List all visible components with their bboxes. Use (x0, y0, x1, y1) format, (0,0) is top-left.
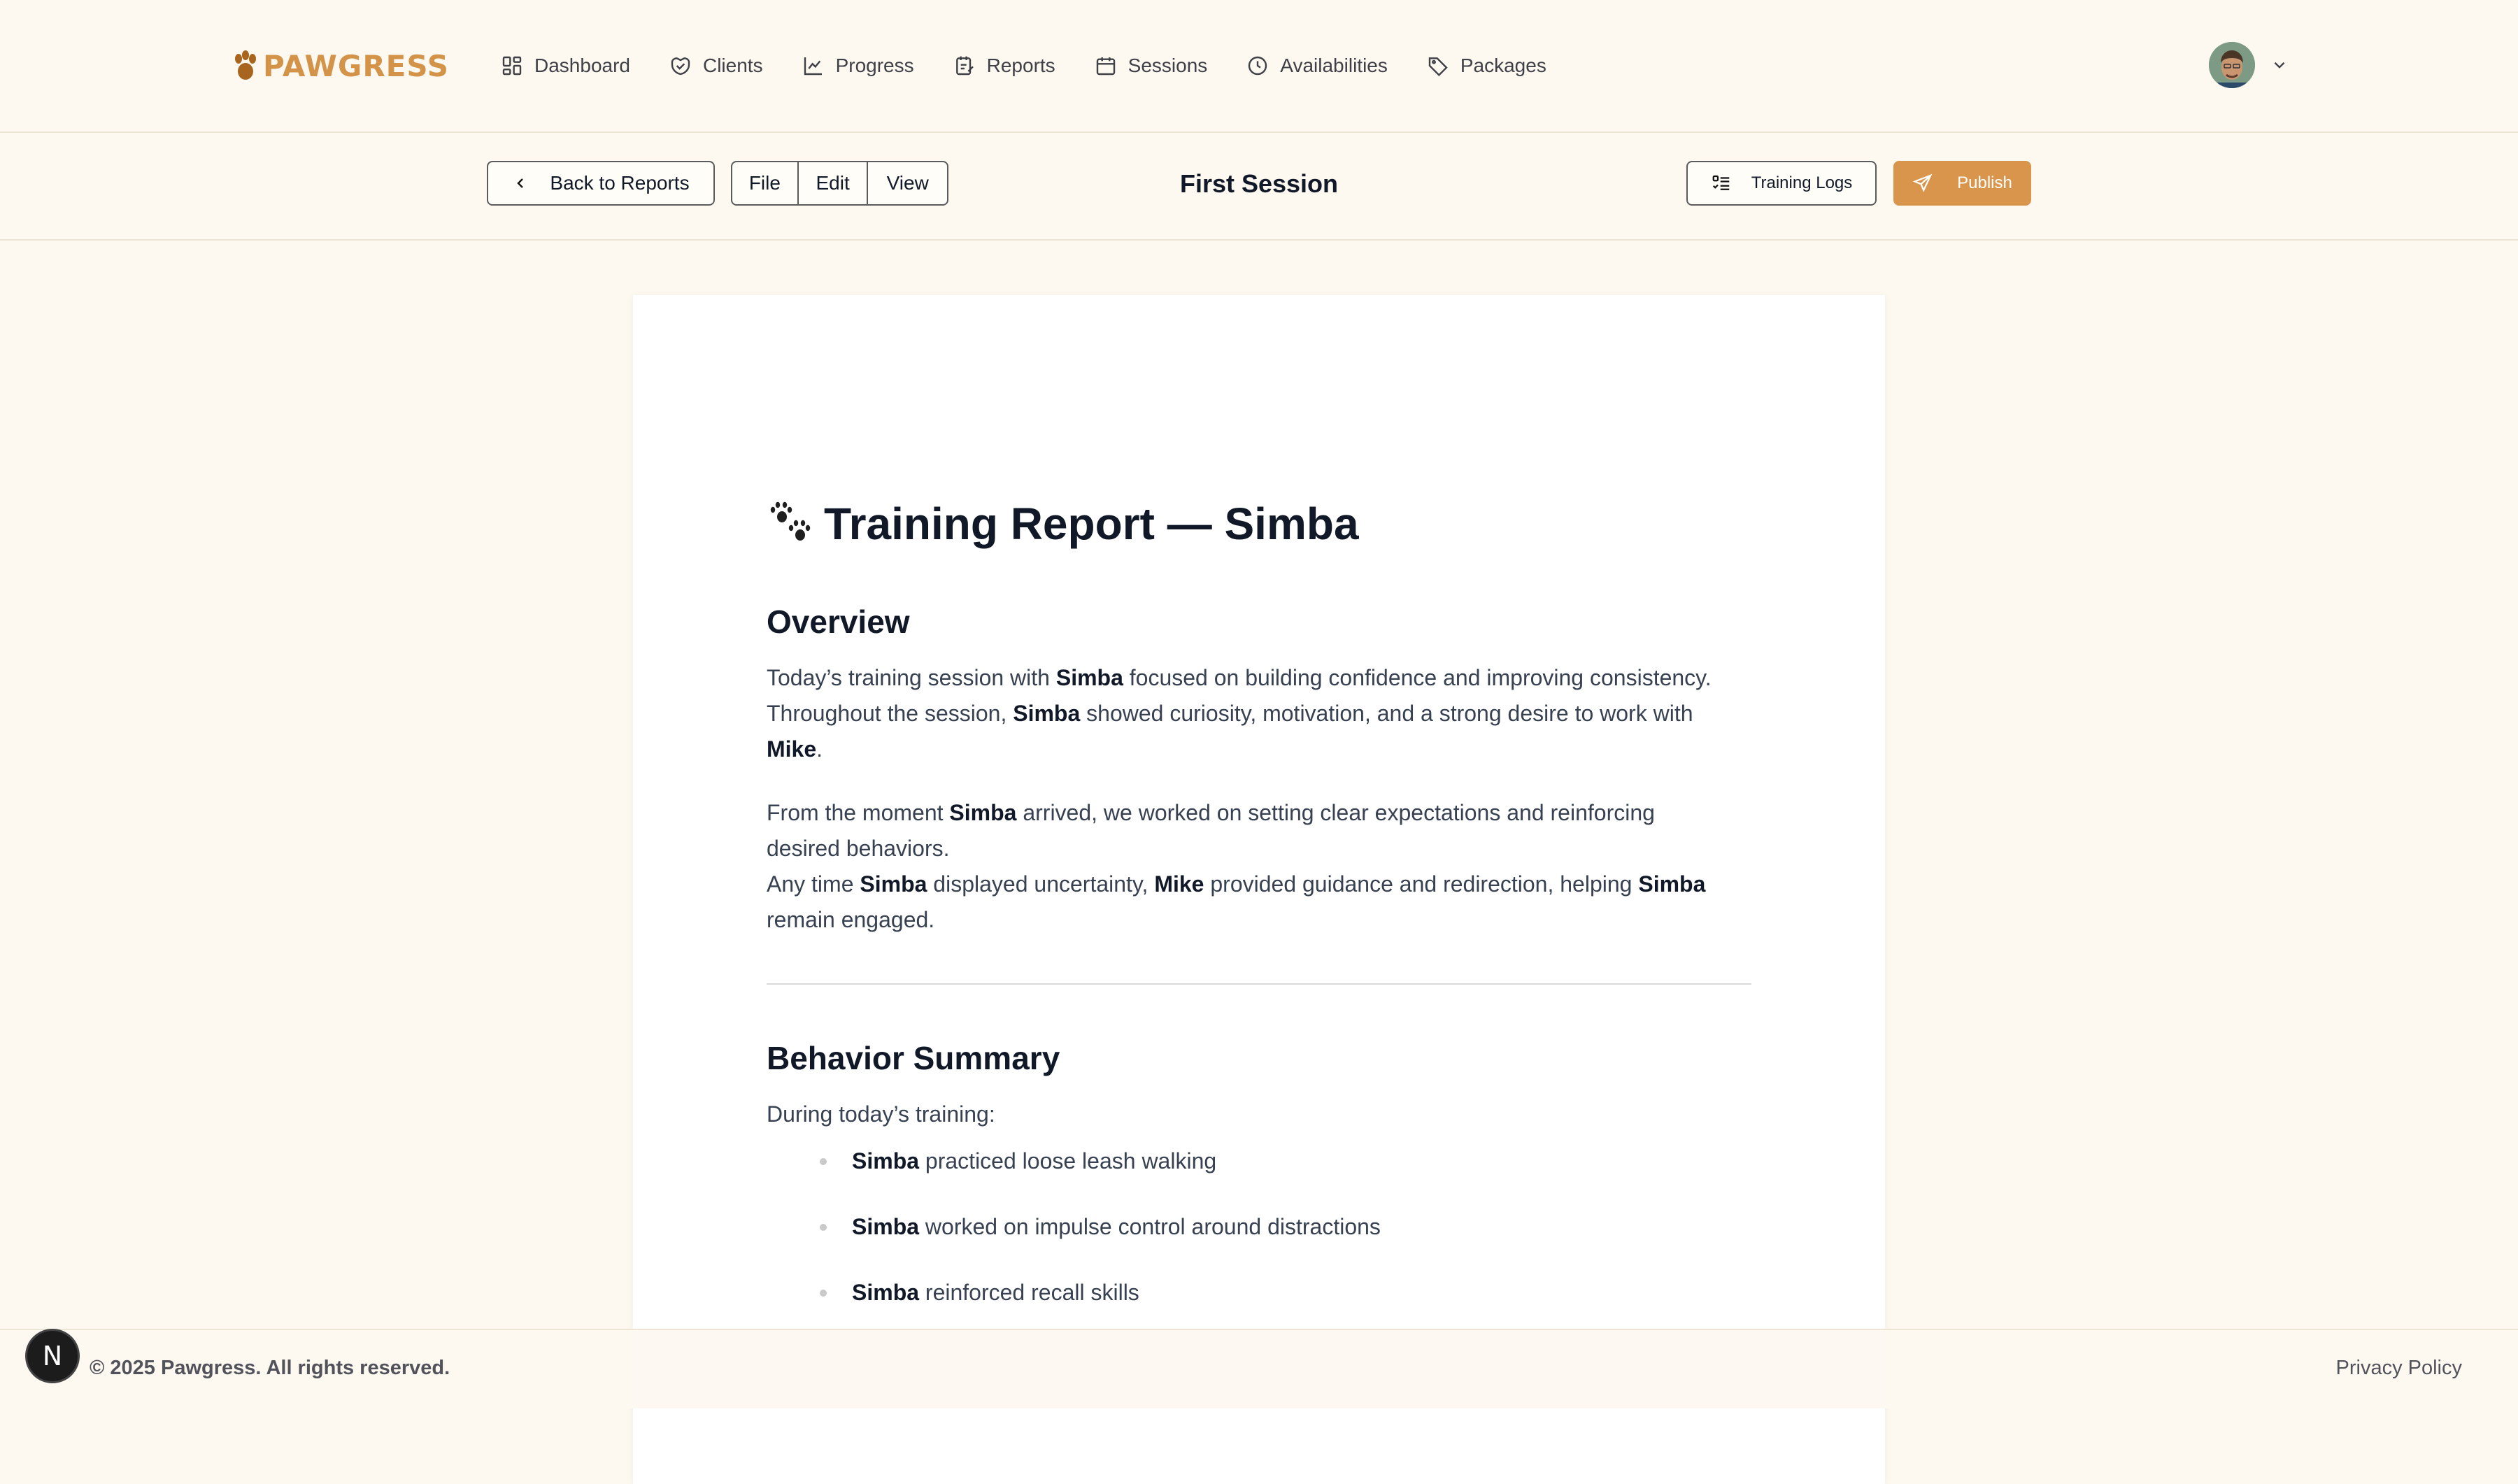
document-page[interactable]: Training Report — Simba Overview Today’s… (633, 295, 1885, 1484)
paw-prints-icon (770, 501, 811, 541)
behavior-list: Simba practiced loose leash walking Simb… (818, 1148, 1381, 1346)
back-button-label: Back to Reports (550, 172, 690, 194)
section-divider (767, 983, 1751, 985)
menu-view[interactable]: View (868, 162, 947, 204)
nav-item-clients[interactable]: Clients (669, 55, 763, 77)
paw-logo-icon (235, 50, 256, 80)
privacy-policy-link[interactable]: Privacy Policy (2336, 1357, 2463, 1380)
chevron-down-icon[interactable] (2270, 56, 2289, 74)
copyright-text: © 2025 Pawgress. All rights reserved. (90, 1357, 450, 1379)
list-item: Simba worked on impulse control around d… (818, 1214, 1381, 1280)
nav-item-dashboard[interactable]: Dashboard (501, 55, 630, 77)
top-navigation: PAWGRESS Dashboard Clients Progress Repo… (0, 0, 2518, 133)
progress-icon (804, 57, 822, 76)
nav-item-label: Packages (1460, 55, 1546, 76)
report-title-text: Training Report — Simba (824, 499, 1359, 549)
clock-icon (1249, 56, 1267, 76)
chevron-left-icon (517, 178, 524, 188)
training-logs-button[interactable]: Training Logs (1686, 161, 1877, 206)
nav-item-label: Sessions (1128, 55, 1208, 76)
nav-item-label: Progress (835, 55, 914, 76)
send-icon (1912, 173, 1933, 192)
main-nav: Dashboard Clients Progress Reports Sessi… (501, 45, 1586, 87)
nav-item-progress[interactable]: Progress (802, 55, 914, 77)
brand-logo[interactable]: PAWGRESS (234, 46, 449, 85)
nav-item-reports[interactable]: Reports (953, 55, 1055, 77)
document-title: First Session (1179, 169, 1339, 198)
back-to-reports-button[interactable]: Back to Reports (487, 161, 715, 206)
clients-icon (671, 57, 690, 76)
behavior-summary-heading: Behavior Summary (767, 1040, 1060, 1076)
nav-item-label: Clients (702, 55, 763, 76)
user-avatar-icon (2209, 42, 2255, 88)
report-title: Training Report — Simba (767, 498, 1359, 550)
menu-file[interactable]: File (732, 162, 799, 204)
training-logs-label: Training Logs (1751, 173, 1853, 192)
menu-edit[interactable]: Edit (799, 162, 869, 204)
user-menu[interactable] (2209, 42, 2289, 88)
dev-tools-badge[interactable]: N (25, 1329, 80, 1383)
overview-paragraph-2: From the moment Simba arrived, we worked… (767, 800, 1706, 932)
nav-item-label: Dashboard (534, 55, 630, 76)
menu-bar: File Edit View (731, 161, 948, 206)
avatar[interactable] (2209, 42, 2255, 88)
behavior-intro: During today’s training: (767, 1101, 995, 1127)
nav-item-availabilities[interactable]: Availabilities (1246, 55, 1388, 77)
dashboard-icon (502, 56, 522, 76)
reports-icon (955, 56, 974, 76)
nav-item-label: Reports (986, 55, 1055, 76)
nav-item-sessions[interactable]: Sessions (1095, 55, 1208, 77)
overview-heading: Overview (767, 604, 910, 640)
tag-icon (1428, 57, 1448, 77)
publish-label: Publish (1957, 173, 2012, 192)
nav-item-label: Availabilities (1280, 55, 1388, 76)
footer: © 2025 Pawgress. All rights reserved. Pr… (0, 1329, 2518, 1408)
list-item: Simba practiced loose leash walking (818, 1148, 1381, 1214)
nav-item-packages[interactable]: Packages (1427, 55, 1546, 77)
brand-name: PAWGRESS (263, 48, 449, 83)
calendar-icon (1096, 57, 1115, 76)
overview-paragraph-1: Today’s training session with Simba focu… (767, 665, 1712, 762)
publish-button[interactable]: Publish (1893, 161, 2031, 206)
checklist-icon (1712, 175, 1729, 190)
editor-toolbar: Back to Reports File Edit View First Ses… (0, 133, 2518, 241)
